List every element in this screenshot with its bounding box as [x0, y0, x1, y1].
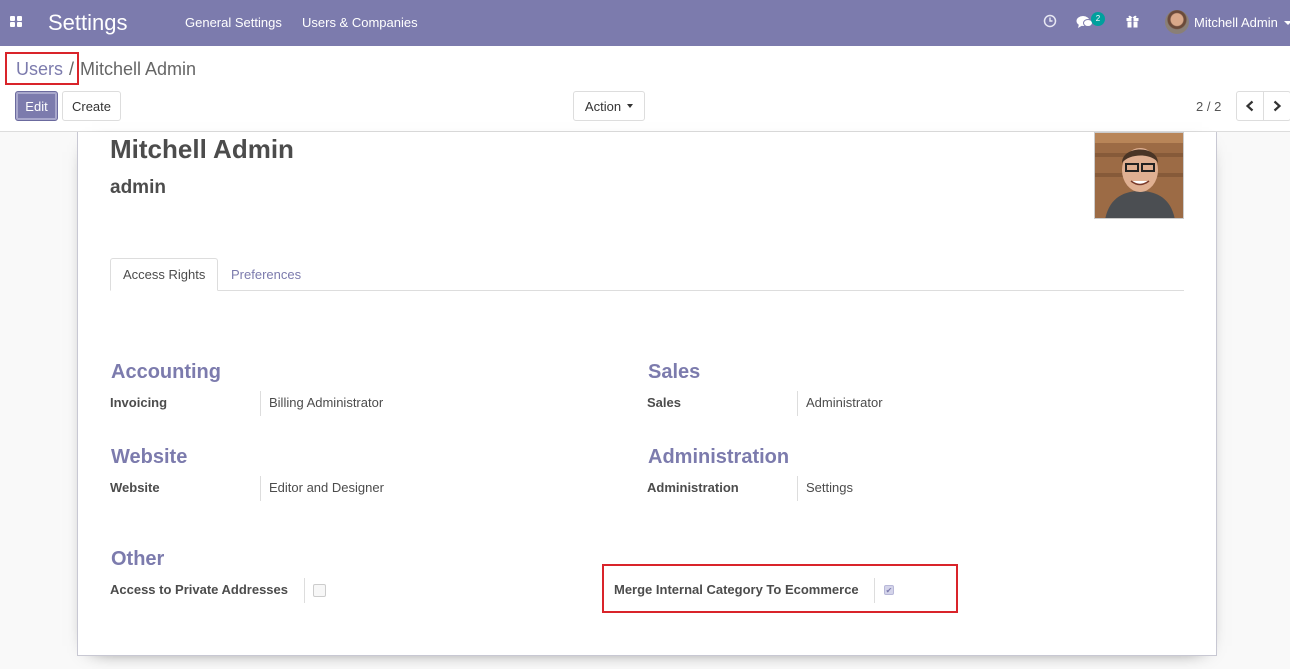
menu-general-settings[interactable]: General Settings — [185, 15, 282, 30]
field-label-invoicing: Invoicing — [110, 395, 168, 410]
field-label-private-addresses: Access to Private Addresses — [110, 582, 289, 597]
chevron-down-icon[interactable] — [1284, 21, 1290, 25]
field-label-website: Website — [110, 480, 160, 495]
create-button[interactable]: Create — [62, 91, 121, 121]
field-separator — [797, 476, 798, 501]
pager-next-button[interactable] — [1263, 91, 1290, 121]
private-addresses-checkbox[interactable] — [313, 584, 326, 597]
section-title-administration: Administration — [648, 446, 790, 468]
clock-icon[interactable] — [1043, 14, 1057, 28]
section-title-sales: Sales — [648, 361, 701, 383]
control-panel: Users / Mitchell Admin Edit Create Actio… — [0, 46, 1290, 132]
field-value-sales[interactable]: Administrator — [806, 395, 883, 410]
highlight-box-users — [5, 52, 79, 85]
edit-button[interactable]: Edit — [15, 91, 58, 121]
tabs-divider — [110, 290, 1184, 291]
user-avatar[interactable] — [1165, 10, 1189, 34]
record-login: admin — [110, 177, 166, 198]
gift-icon[interactable] — [1126, 14, 1139, 28]
field-label-sales: Sales — [647, 395, 681, 410]
field-separator — [304, 578, 305, 603]
app-title[interactable]: Settings — [48, 10, 128, 36]
menu-users-companies[interactable]: Users & Companies — [302, 15, 418, 30]
section-title-accounting: Accounting — [111, 361, 221, 383]
section-title-other: Other — [111, 548, 165, 570]
field-value-website[interactable]: Editor and Designer — [269, 480, 384, 495]
record-name: Mitchell Admin — [110, 134, 294, 164]
pager-previous-button[interactable] — [1236, 91, 1264, 121]
pager-value[interactable]: 2 / 2 — [1196, 99, 1221, 114]
top-navbar: Settings General Settings Users & Compan… — [0, 0, 1290, 46]
chevron-left-icon — [1245, 100, 1254, 112]
field-separator — [260, 391, 261, 416]
field-value-administration[interactable]: Settings — [806, 480, 853, 495]
caret-down-icon — [627, 104, 634, 108]
apps-grid-icon[interactable] — [10, 16, 23, 28]
breadcrumb-current: Mitchell Admin — [80, 59, 197, 79]
highlight-box-merge-category — [602, 564, 958, 613]
field-value-invoicing[interactable]: Billing Administrator — [269, 395, 383, 410]
action-dropdown-button[interactable]: Action — [573, 91, 645, 121]
messages-count-badge: 2 — [1091, 12, 1105, 26]
action-label: Action — [584, 98, 622, 114]
section-title-website: Website — [111, 446, 188, 468]
user-menu-name[interactable]: Mitchell Admin — [1194, 15, 1278, 30]
chevron-right-icon — [1273, 100, 1282, 112]
field-separator — [797, 391, 798, 416]
tab-preferences[interactable]: Preferences — [231, 258, 301, 291]
user-photo[interactable] — [1094, 132, 1184, 219]
field-separator — [260, 476, 261, 501]
field-label-administration: Administration — [647, 480, 739, 495]
tab-access-rights[interactable]: Access Rights — [110, 258, 218, 291]
